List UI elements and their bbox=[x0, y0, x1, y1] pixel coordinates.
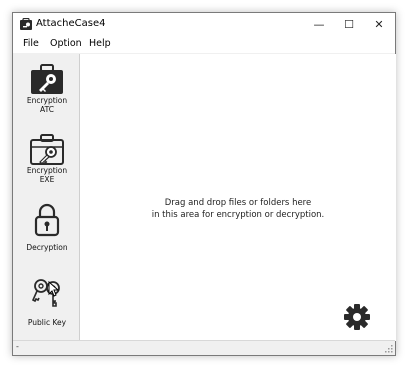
gear-icon[interactable] bbox=[342, 302, 372, 332]
briefcase-outline-key-icon bbox=[30, 134, 64, 165]
decryption-button[interactable]: Decryption bbox=[16, 203, 78, 252]
public-key-button[interactable]: Public Key bbox=[16, 276, 78, 327]
maximize-icon: ☐ bbox=[344, 18, 354, 31]
encrypt-atc-label-2: ATC bbox=[40, 105, 54, 114]
close-button[interactable]: ✕ bbox=[364, 13, 394, 36]
status-text: - bbox=[16, 342, 19, 351]
menu-bar: File Option Help bbox=[13, 36, 395, 53]
window-title: AttacheCase4 bbox=[36, 18, 106, 29]
minimize-icon: — bbox=[313, 18, 325, 31]
mouse-cursor-icon bbox=[48, 281, 60, 297]
menu-help[interactable]: Help bbox=[89, 37, 111, 51]
title-bar[interactable]: AttacheCase4 — ☐ ✕ bbox=[13, 13, 395, 36]
decryption-label: Decryption bbox=[26, 243, 68, 252]
status-bar: - bbox=[13, 340, 395, 355]
drop-instructions-line-2: in this area for encryption or decryptio… bbox=[151, 210, 325, 220]
minimize-button[interactable]: — bbox=[304, 13, 334, 36]
menu-file[interactable]: File bbox=[23, 37, 39, 51]
encrypt-atc-button[interactable]: Encryption ATC bbox=[16, 62, 78, 114]
app-icon bbox=[20, 18, 32, 30]
padlock-icon bbox=[34, 203, 60, 237]
encrypt-atc-label-1: Encryption bbox=[26, 96, 68, 105]
close-icon: ✕ bbox=[374, 18, 384, 31]
app-window: AttacheCase4 — ☐ ✕ File Option Help Encr… bbox=[12, 12, 396, 356]
encrypt-exe-label-2: EXE bbox=[39, 175, 55, 184]
briefcase-key-icon bbox=[31, 64, 63, 94]
drop-instructions: Drag and drop files or folders here in t… bbox=[80, 197, 396, 221]
drop-instructions-line-1: Drag and drop files or folders here bbox=[164, 198, 312, 208]
resize-grip-icon[interactable] bbox=[385, 345, 393, 353]
encrypt-exe-label-1: Encryption bbox=[26, 166, 68, 175]
sidebar: Encryption ATC Encryption EXE Decryption… bbox=[13, 54, 79, 341]
maximize-button[interactable]: ☐ bbox=[334, 13, 364, 36]
encrypt-exe-button[interactable]: Encryption EXE bbox=[16, 132, 78, 184]
menu-option[interactable]: Option bbox=[50, 37, 82, 51]
public-key-label: Public Key bbox=[27, 318, 67, 327]
drop-area[interactable]: Drag and drop files or folders here in t… bbox=[79, 54, 396, 341]
